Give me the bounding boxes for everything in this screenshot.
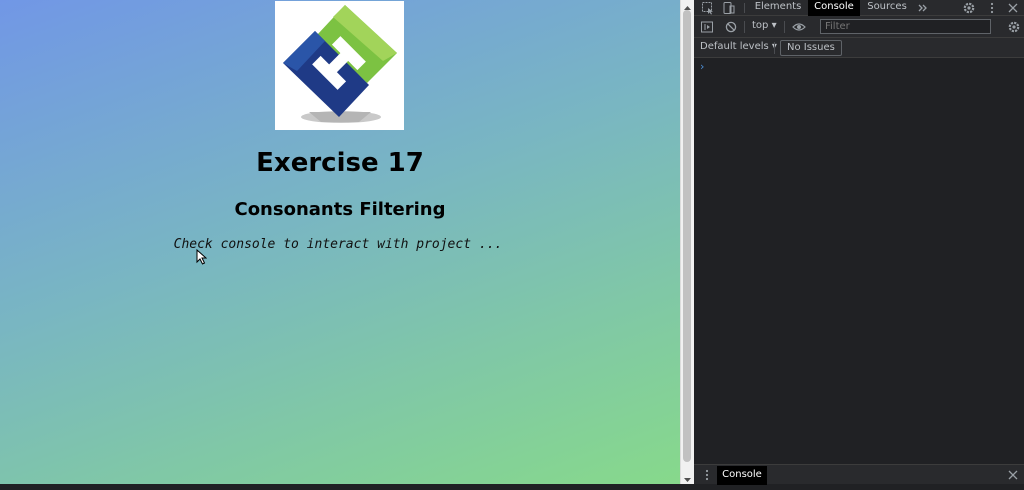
h-logo	[275, 1, 404, 130]
drawer-bar: Console	[694, 464, 1024, 485]
settings-icon[interactable]	[962, 1, 976, 15]
device-toolbar-icon[interactable]	[721, 1, 735, 15]
levels-bar: Default levels ▾ No Issues	[694, 38, 1024, 58]
eye-icon[interactable]	[792, 20, 806, 34]
console-toolbar: top ▾	[694, 16, 1024, 38]
drawer-menu-icon[interactable]	[700, 468, 714, 482]
clear-console-icon[interactable]	[724, 20, 738, 34]
more-tabs-icon[interactable]	[916, 1, 930, 15]
console-hint-text: Check console to interact with project .…	[173, 237, 503, 252]
tab-console[interactable]: Console	[808, 0, 860, 16]
tab-elements[interactable]: Elements	[752, 0, 804, 16]
page-viewport: Exercise 17 Consonants Filtering Check c…	[0, 0, 680, 484]
close-icon[interactable]	[1006, 1, 1020, 15]
drawer-tab-console[interactable]: Console	[717, 466, 767, 485]
context-selector[interactable]: top ▾	[752, 20, 777, 31]
issues-button[interactable]: No Issues	[780, 40, 842, 56]
inspect-icon[interactable]	[701, 1, 715, 15]
tab-sources[interactable]: Sources	[864, 0, 910, 16]
close-icon[interactable]	[1006, 468, 1020, 482]
context-label: top	[752, 20, 769, 31]
kebab-menu-icon[interactable]	[985, 1, 999, 15]
page-title: Exercise 17	[256, 148, 424, 178]
default-levels-dropdown[interactable]: Default levels ▾	[700, 41, 777, 52]
page-subtitle: Consonants Filtering	[234, 199, 446, 220]
devtools-tab-bar: Elements Console Sources	[694, 0, 1024, 16]
page-scrollbar[interactable]	[680, 0, 694, 484]
console-prompt[interactable]: ›	[700, 60, 704, 73]
scroll-thumb[interactable]	[683, 10, 691, 462]
filter-input[interactable]	[820, 19, 991, 34]
sidebar-toggle-icon[interactable]	[700, 20, 714, 34]
mouse-cursor-icon	[196, 248, 208, 269]
devtools-panel: Elements Console Sources top ▾ Filter De…	[694, 0, 1024, 485]
scroll-down-arrow-icon[interactable]	[681, 471, 694, 484]
levels-label: Default levels	[700, 41, 769, 52]
dropdown-arrow-icon: ▾	[771, 20, 777, 31]
console-settings-icon[interactable]	[1007, 20, 1021, 34]
